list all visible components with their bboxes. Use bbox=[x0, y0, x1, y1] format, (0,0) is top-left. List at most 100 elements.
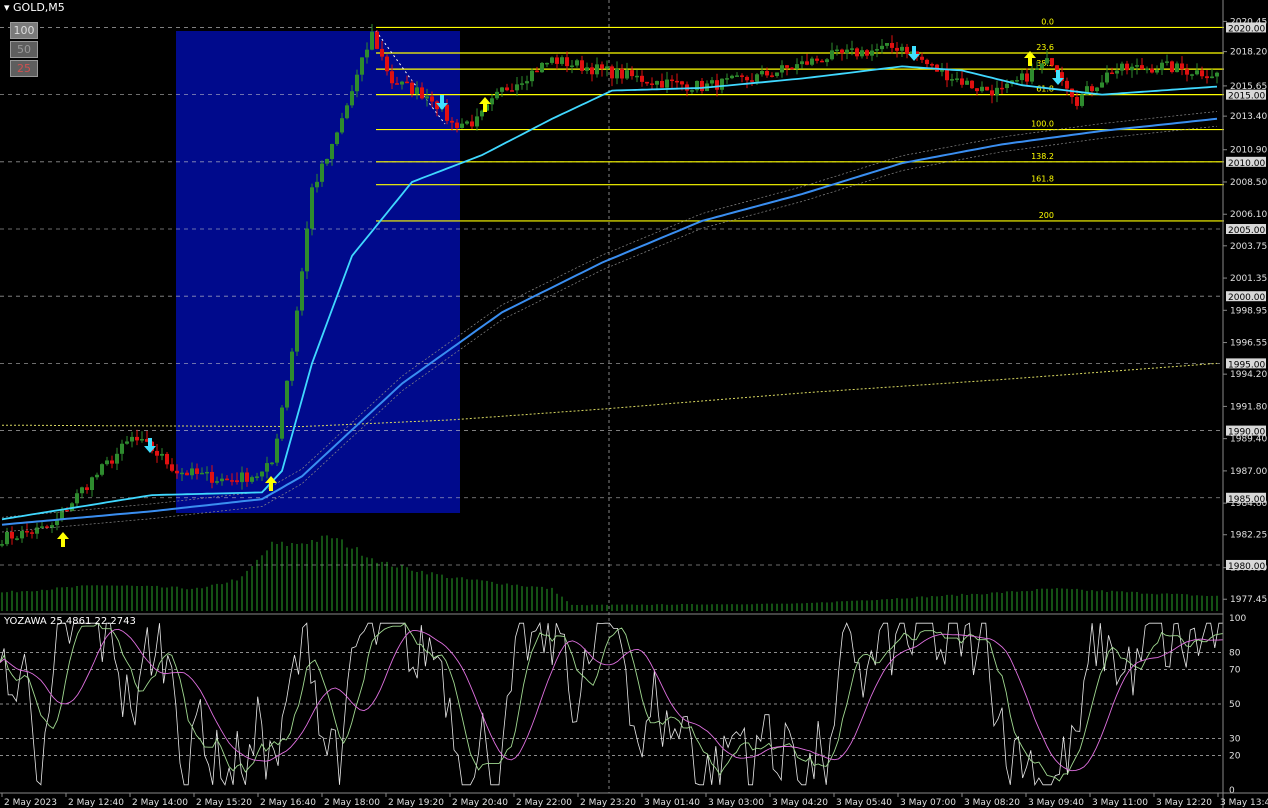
candle-body bbox=[555, 57, 559, 64]
candle-body bbox=[410, 82, 414, 94]
candle-body bbox=[90, 477, 94, 491]
candle-body bbox=[625, 70, 629, 79]
candle-body bbox=[1205, 76, 1209, 79]
candle-body bbox=[165, 453, 169, 465]
candle-body bbox=[105, 460, 109, 465]
candle-body bbox=[375, 31, 379, 49]
candle-body bbox=[420, 87, 424, 99]
candle-body bbox=[5, 531, 9, 545]
candle-body bbox=[260, 471, 264, 477]
candle-body bbox=[840, 49, 844, 54]
candle-body bbox=[815, 58, 819, 61]
candle-body bbox=[450, 120, 454, 123]
candle-body bbox=[535, 70, 539, 73]
symbol-label[interactable]: ▾ GOLD,M5 bbox=[4, 1, 65, 14]
candle-body bbox=[180, 472, 184, 475]
candle-body bbox=[500, 87, 504, 92]
arrow-up-icon bbox=[57, 532, 69, 547]
candle-body bbox=[845, 49, 849, 54]
candle-body bbox=[880, 45, 884, 50]
candle-body bbox=[865, 50, 869, 56]
candle-body bbox=[60, 510, 64, 519]
candle-body bbox=[1170, 61, 1174, 73]
zoom-badge-50[interactable]: 50 bbox=[10, 41, 38, 58]
candle-body bbox=[495, 91, 499, 99]
candle-body bbox=[520, 83, 524, 85]
candle-body bbox=[950, 79, 954, 81]
candle-body bbox=[970, 80, 974, 89]
time-tick-label: 3 May 11:00 bbox=[1092, 798, 1148, 808]
zoom-badge-100[interactable]: 100 bbox=[10, 22, 38, 39]
dropdown-triangle-icon[interactable]: ▾ bbox=[4, 1, 10, 14]
candle-body bbox=[740, 75, 744, 77]
candle-body bbox=[605, 66, 609, 69]
candle-body bbox=[955, 78, 959, 80]
candle-body bbox=[1150, 68, 1154, 73]
candle-body bbox=[195, 468, 199, 474]
candle-body bbox=[825, 59, 829, 63]
fib-label: 138.2 bbox=[1031, 152, 1054, 161]
candle-body bbox=[1165, 61, 1169, 63]
candle-body bbox=[925, 59, 929, 65]
candle-body bbox=[1200, 70, 1204, 77]
zoom-badge-25[interactable]: 25 bbox=[10, 60, 38, 77]
candle-body bbox=[975, 88, 979, 92]
candle-body bbox=[800, 61, 804, 65]
candle-body bbox=[1090, 86, 1094, 92]
candle-body bbox=[540, 62, 544, 73]
candle-body bbox=[945, 69, 949, 81]
candle-body bbox=[790, 67, 794, 70]
candle-body bbox=[360, 57, 364, 75]
level-label: 1995.00 bbox=[1228, 360, 1265, 370]
candle-body bbox=[850, 48, 854, 50]
level-label: 2015.00 bbox=[1228, 92, 1265, 102]
candle-body bbox=[0, 544, 4, 546]
candle-body bbox=[515, 84, 519, 91]
candle-body bbox=[760, 71, 764, 75]
level-label: 1990.00 bbox=[1228, 428, 1265, 438]
highlight-zone bbox=[176, 31, 460, 513]
time-tick-label: 3 May 07:00 bbox=[900, 798, 956, 808]
time-tick-label: 3 May 05:40 bbox=[836, 798, 892, 808]
osc-slow-line bbox=[0, 628, 1224, 772]
candle-body bbox=[340, 118, 344, 133]
candle-body bbox=[980, 86, 984, 92]
candle-body bbox=[1095, 87, 1099, 92]
price-tick-label: 1994.20 bbox=[1230, 370, 1267, 380]
candle-body bbox=[1215, 72, 1219, 77]
oscillator-name: YOZAWA bbox=[4, 616, 47, 627]
candle-body bbox=[1015, 80, 1019, 82]
candle-body bbox=[335, 132, 339, 144]
candle-body bbox=[185, 472, 189, 476]
candle-body bbox=[85, 487, 89, 491]
candle-body bbox=[310, 187, 314, 229]
chart-canvas[interactable]: 0.023.638.261.8100.0138.2161.8200 100807… bbox=[0, 0, 1268, 808]
candle-body bbox=[1080, 94, 1084, 106]
candle-body bbox=[300, 271, 304, 311]
candle-body bbox=[680, 81, 684, 85]
candle-body bbox=[635, 75, 639, 78]
candle-body bbox=[380, 48, 384, 57]
candle-body bbox=[465, 121, 469, 124]
osc-tick-label: 50 bbox=[1229, 700, 1241, 710]
candle-body bbox=[660, 80, 664, 88]
price-tick-label: 2010.90 bbox=[1230, 146, 1267, 156]
candle-body bbox=[405, 81, 409, 84]
time-tick-label: 3 May 08:20 bbox=[964, 798, 1020, 808]
candle-body bbox=[1210, 76, 1214, 79]
candle-body bbox=[675, 80, 679, 83]
price-tick-label: 1987.00 bbox=[1230, 467, 1267, 477]
candle-body bbox=[365, 49, 369, 58]
candle-body bbox=[225, 478, 229, 481]
osc-signal-line bbox=[0, 622, 1224, 782]
candle-body bbox=[525, 81, 529, 84]
candle-body bbox=[110, 460, 114, 464]
price-tick-label: 1982.25 bbox=[1230, 531, 1267, 541]
time-tick-label: 2 May 14:00 bbox=[132, 798, 188, 808]
osc-tick-label: 0 bbox=[1229, 786, 1235, 796]
candle-body bbox=[325, 158, 329, 164]
candle-body bbox=[355, 74, 359, 92]
candle-body bbox=[160, 453, 164, 456]
oscillator-title: YOZAWA 25.4861 22.2743 bbox=[4, 616, 136, 627]
level-label: 2020.00 bbox=[1228, 24, 1265, 34]
